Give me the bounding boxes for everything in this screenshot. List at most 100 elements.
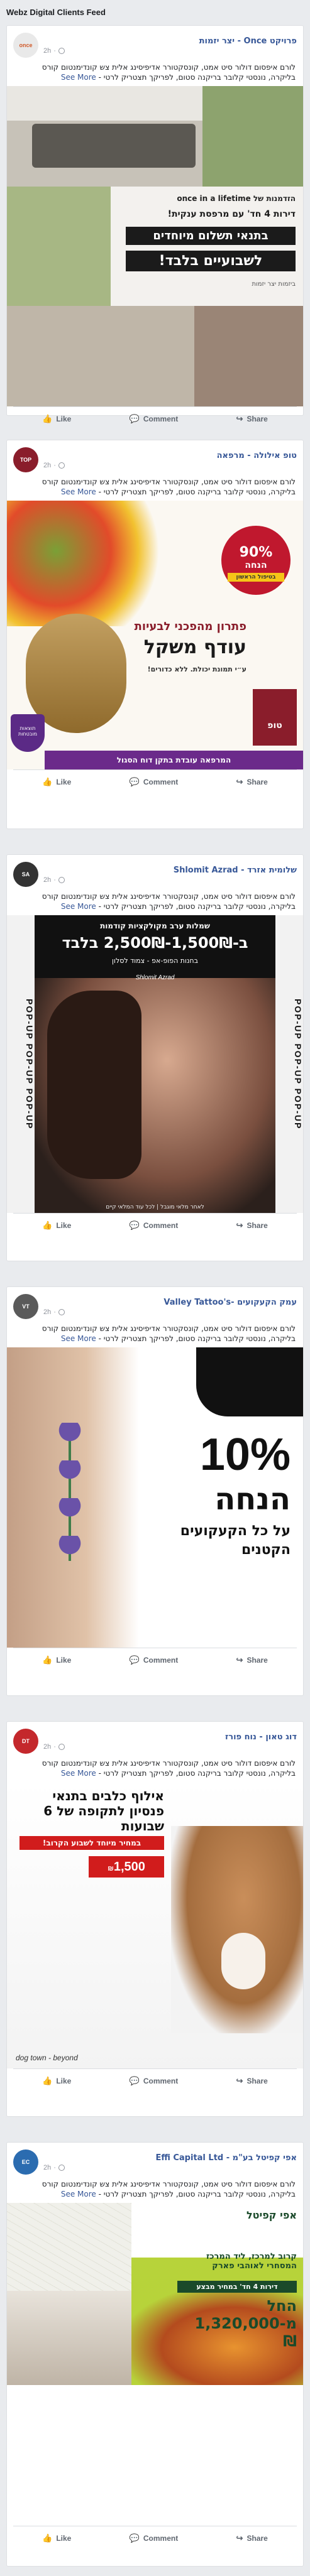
- share-button[interactable]: ↪ Share: [236, 2533, 268, 2543]
- thumbs-up-icon: 👍: [42, 2533, 53, 2543]
- post-text: לורם איפסום דולור סיט אמט, קונסקטורר אדי…: [42, 892, 296, 911]
- post-header: EC אפי קפיטל בע"מ - Effi Capital Ltd 2h …: [7, 2143, 303, 2178]
- shield-icon: תוצאות מובטחות: [11, 714, 45, 752]
- post-image[interactable]: אילוף כלבים בתנאי פנסיון לתקופה של 6 שבו…: [7, 1782, 303, 2068]
- share-button[interactable]: ↪ Share: [236, 777, 268, 787]
- discount-badge: 90% הנחה בטיפול הראשון: [221, 526, 291, 595]
- post-header: VT עמק הקעקועים -Valley Tattoo's 2h ·: [7, 1287, 303, 1322]
- signature: Shlomit Azrad: [135, 974, 175, 981]
- see-more-link[interactable]: See More: [61, 902, 96, 911]
- post-actions: 👍 Like 💬 Comment ↪ Share: [13, 406, 297, 430]
- avatar[interactable]: TOP: [13, 447, 38, 472]
- thumbs-up-icon: 👍: [42, 1655, 53, 1665]
- see-more-link[interactable]: See More: [61, 73, 96, 82]
- page-name[interactable]: אפי קפיטל בע"מ - Effi Capital Ltd: [43, 2153, 297, 2163]
- ad-footer: המרפאה עובדת בתקן דוח הסגול: [45, 751, 303, 769]
- globe-icon: [58, 462, 65, 469]
- ad-line: הזדמנות של once in a lifetime: [177, 194, 296, 203]
- share-button[interactable]: ↪ Share: [236, 1655, 268, 1665]
- like-button[interactable]: 👍 Like: [42, 777, 71, 787]
- ad-line: שמלות ערב מקולקציות קודמות: [100, 921, 210, 930]
- globe-icon: [58, 47, 65, 54]
- post-text: לורם איפסום דולור סיט אמט, קונסקטורר אדי…: [42, 1759, 296, 1778]
- share-button[interactable]: ↪ Share: [236, 1220, 268, 1231]
- post-image[interactable]: POP-UP POP-UP POP-UP POP-UP POP-UP POP-U…: [7, 915, 303, 1213]
- post-image[interactable]: 10% הנחה על כל הקעקועים הקטנים: [7, 1347, 303, 1648]
- page-name[interactable]: דוג טאון - נוח פורז: [43, 1732, 297, 1742]
- like-button[interactable]: 👍 Like: [42, 1655, 71, 1665]
- page-name[interactable]: פרויקט Once - יצר יזמות: [43, 36, 297, 46]
- see-more-link[interactable]: See More: [61, 2190, 96, 2198]
- share-icon: ↪: [236, 1655, 243, 1665]
- globe-icon: [58, 1308, 65, 1315]
- post-time[interactable]: 2h: [43, 1308, 51, 1316]
- ad-ribbon: במחיר מיוחד לשבוע הקרוב!: [19, 1836, 164, 1850]
- ad-side-text: POP-UP POP-UP POP-UP: [7, 915, 35, 1213]
- share-icon: ↪: [236, 1220, 243, 1230]
- see-more-link[interactable]: See More: [61, 1334, 96, 1343]
- comment-icon: 💬: [129, 1220, 140, 1230]
- see-more-link[interactable]: See More: [61, 1769, 96, 1778]
- post-image[interactable]: 90% הנחה בטיפול הראשון פתרון מהפכני לבעי…: [7, 501, 303, 769]
- brand-logo: אפי קפיטל: [246, 2209, 297, 2221]
- ad-headline: החל מ-1,320,000 ₪: [194, 2297, 297, 2350]
- comment-button[interactable]: 💬 Comment: [130, 2533, 179, 2543]
- avatar[interactable]: DT: [13, 1729, 38, 1754]
- post-header: SA שלומית אזרד - Shlomit Azrad 2h ·: [7, 855, 303, 890]
- comment-button[interactable]: 💬 Comment: [130, 1220, 179, 1231]
- comment-icon: 💬: [129, 2533, 140, 2543]
- post-card: EC אפי קפיטל בע"מ - Effi Capital Ltd 2h …: [6, 2142, 304, 2567]
- comment-button[interactable]: 💬 Comment: [130, 1655, 179, 1665]
- avatar[interactable]: SA: [13, 862, 38, 887]
- post-image[interactable]: הזדמנות של once in a lifetime דירות 4 חד…: [7, 86, 303, 406]
- page-name[interactable]: שלומית אזרד - Shlomit Azrad: [43, 866, 297, 875]
- comment-icon: 💬: [129, 1655, 140, 1665]
- ad-line: פתרון מהפכני לבעיות: [134, 620, 246, 633]
- post-card: DT דוג טאון - נוח פורז 2h · לורם איפסום …: [6, 1721, 304, 2117]
- avatar[interactable]: VT: [13, 1294, 38, 1319]
- like-button[interactable]: 👍 Like: [42, 2533, 71, 2543]
- ad-line: הקטנים: [241, 1542, 291, 1558]
- ad-line: על כל הקעקועים: [180, 1523, 291, 1539]
- share-button[interactable]: ↪ Share: [236, 2076, 268, 2086]
- ad-headline: עודף משקל: [143, 636, 246, 658]
- avatar[interactable]: once: [13, 33, 38, 58]
- post-time[interactable]: 2h: [43, 47, 51, 55]
- post-time[interactable]: 2h: [43, 2164, 51, 2171]
- ad-footer: לאחר מלאי מוגבל | לכל עוד המלאי קיים: [106, 1204, 204, 1210]
- like-button[interactable]: 👍 Like: [42, 1220, 71, 1231]
- see-more-link[interactable]: See More: [61, 487, 96, 496]
- ad-line: ביזמות יצר יזמות: [252, 281, 296, 288]
- ad-line: בחנות הפופ-אפ - צמוד לסלון: [112, 957, 198, 965]
- comment-button[interactable]: 💬 Comment: [130, 777, 179, 787]
- comment-icon: 💬: [129, 2075, 140, 2085]
- avatar[interactable]: EC: [13, 2149, 38, 2175]
- post-card: SA שלומית אזרד - Shlomit Azrad 2h · לורם…: [6, 854, 304, 1261]
- signature: dog town - beyond: [16, 2053, 78, 2062]
- post-time[interactable]: 2h: [43, 876, 51, 884]
- post-image[interactable]: אפי קפיטל קרוב למרכז, ליד המרכז המסחרי ל…: [7, 2203, 303, 2526]
- share-icon: ↪: [236, 2075, 243, 2085]
- feed-title: Webz Digital Clients Feed: [6, 8, 106, 17]
- post-text: לורם איפסום דולור סיט אמט, קונסקטורר אדי…: [42, 1324, 296, 1343]
- thumbs-up-icon: 👍: [42, 2075, 53, 2085]
- page-name[interactable]: טופ אילולה - מרפאה: [43, 451, 297, 460]
- post-time[interactable]: 2h: [43, 462, 51, 469]
- post-text: לורם איפסום דולור סיט אמט, קונסקטורר אדי…: [42, 477, 296, 496]
- ad-line: דירות 4 חד' עם מרפסת ענקית!: [167, 209, 296, 219]
- like-button[interactable]: 👍 Like: [42, 2076, 71, 2086]
- post-card: once פרויקט Once - יצר יזמות 2h · לורם א…: [6, 25, 304, 423]
- post-time[interactable]: 2h: [43, 1743, 51, 1751]
- like-button[interactable]: 👍 Like: [42, 414, 71, 424]
- comment-button[interactable]: 💬 Comment: [130, 414, 179, 424]
- comment-button[interactable]: 💬 Comment: [130, 2076, 179, 2086]
- globe-icon: [58, 2164, 65, 2171]
- post-text: לורם איפסום דולור סיט אמט, קונסקטורר אדי…: [42, 63, 296, 82]
- share-button[interactable]: ↪ Share: [236, 414, 268, 424]
- post-actions: 👍 Like 💬 Comment ↪ Share: [13, 2526, 297, 2550]
- post-actions: 👍 Like 💬 Comment ↪ Share: [13, 1213, 297, 1237]
- thumbs-up-icon: 👍: [42, 413, 53, 423]
- post-text: לורם איפסום דולור סיט אמט, קונסקטורר אדי…: [42, 2180, 296, 2198]
- post-actions: 👍 Like 💬 Comment ↪ Share: [13, 1648, 297, 1671]
- page-name[interactable]: עמק הקעקועים -Valley Tattoo's: [43, 1298, 297, 1307]
